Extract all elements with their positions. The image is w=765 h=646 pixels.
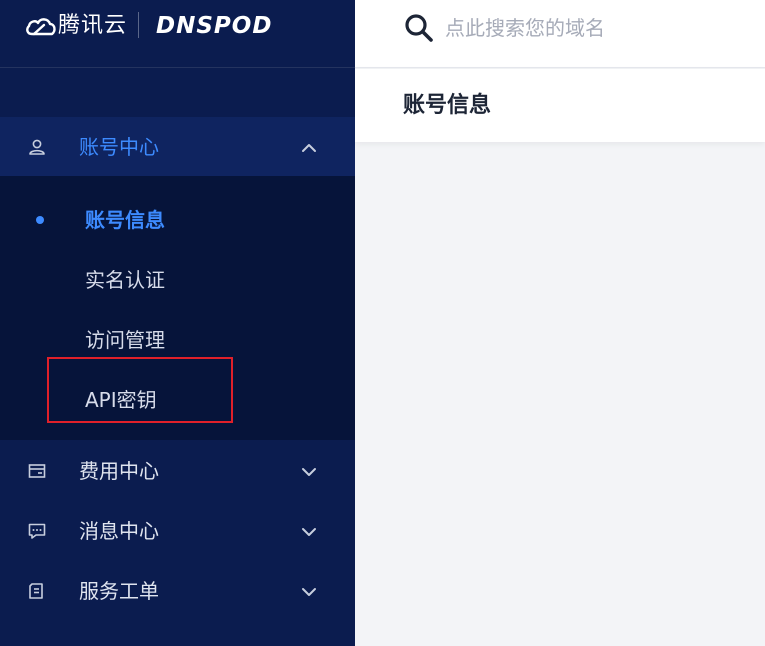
sidebar-item-account-info[interactable]: 账号信息: [0, 190, 355, 250]
sidebar-item-label: 账号信息: [85, 208, 165, 232]
chevron-up-icon[interactable]: [300, 139, 318, 157]
sidebar-group-service-ticket[interactable]: 服务工单: [0, 561, 355, 621]
brand-tencent-text: 腾讯云: [58, 13, 128, 38]
message-icon: [28, 523, 46, 539]
chevron-down-icon[interactable]: [300, 463, 318, 481]
tencent-cloud-logo-icon: [26, 18, 56, 36]
domain-search-input[interactable]: [445, 14, 745, 42]
brand-header: 腾讯云 DNSPOD: [0, 0, 355, 68]
ticket-icon: [29, 583, 43, 599]
current-indicator-dot: [36, 216, 44, 224]
sidebar-item-label: 实名认证: [85, 268, 165, 292]
sidebar-group-message-center[interactable]: 消息中心: [0, 501, 355, 561]
chevron-down-icon[interactable]: [300, 583, 318, 601]
sidebar-group-label: 账号中心: [79, 135, 159, 159]
page-header: 账号信息: [355, 69, 765, 142]
page-title: 账号信息: [403, 93, 492, 118]
sidebar-group-label: 费用中心: [79, 459, 159, 483]
sidebar-group-account-center[interactable]: 账号中心: [0, 117, 355, 177]
api-keys-highlight-box: [47, 357, 233, 423]
sidebar-group-label: 消息中心: [79, 519, 159, 543]
chevron-down-icon[interactable]: [300, 523, 318, 541]
top-bar: [355, 0, 765, 68]
sidebar-item-label: 访问管理: [85, 328, 165, 352]
brand-dnspod-text: DNSPOD: [156, 13, 273, 39]
wallet-icon: [28, 464, 46, 478]
search-icon[interactable]: [403, 12, 435, 44]
sidebar-item-real-name-auth[interactable]: 实名认证: [0, 250, 355, 310]
sidebar-group-billing-center[interactable]: 费用中心: [0, 441, 355, 501]
user-icon: [29, 139, 45, 155]
sidebar: 腾讯云 DNSPOD 账号中心 账号信息 实名认证 访问管理 API密钥 费用中…: [0, 0, 355, 646]
sidebar-group-label: 服务工单: [79, 579, 159, 603]
brand-divider: [138, 12, 139, 38]
